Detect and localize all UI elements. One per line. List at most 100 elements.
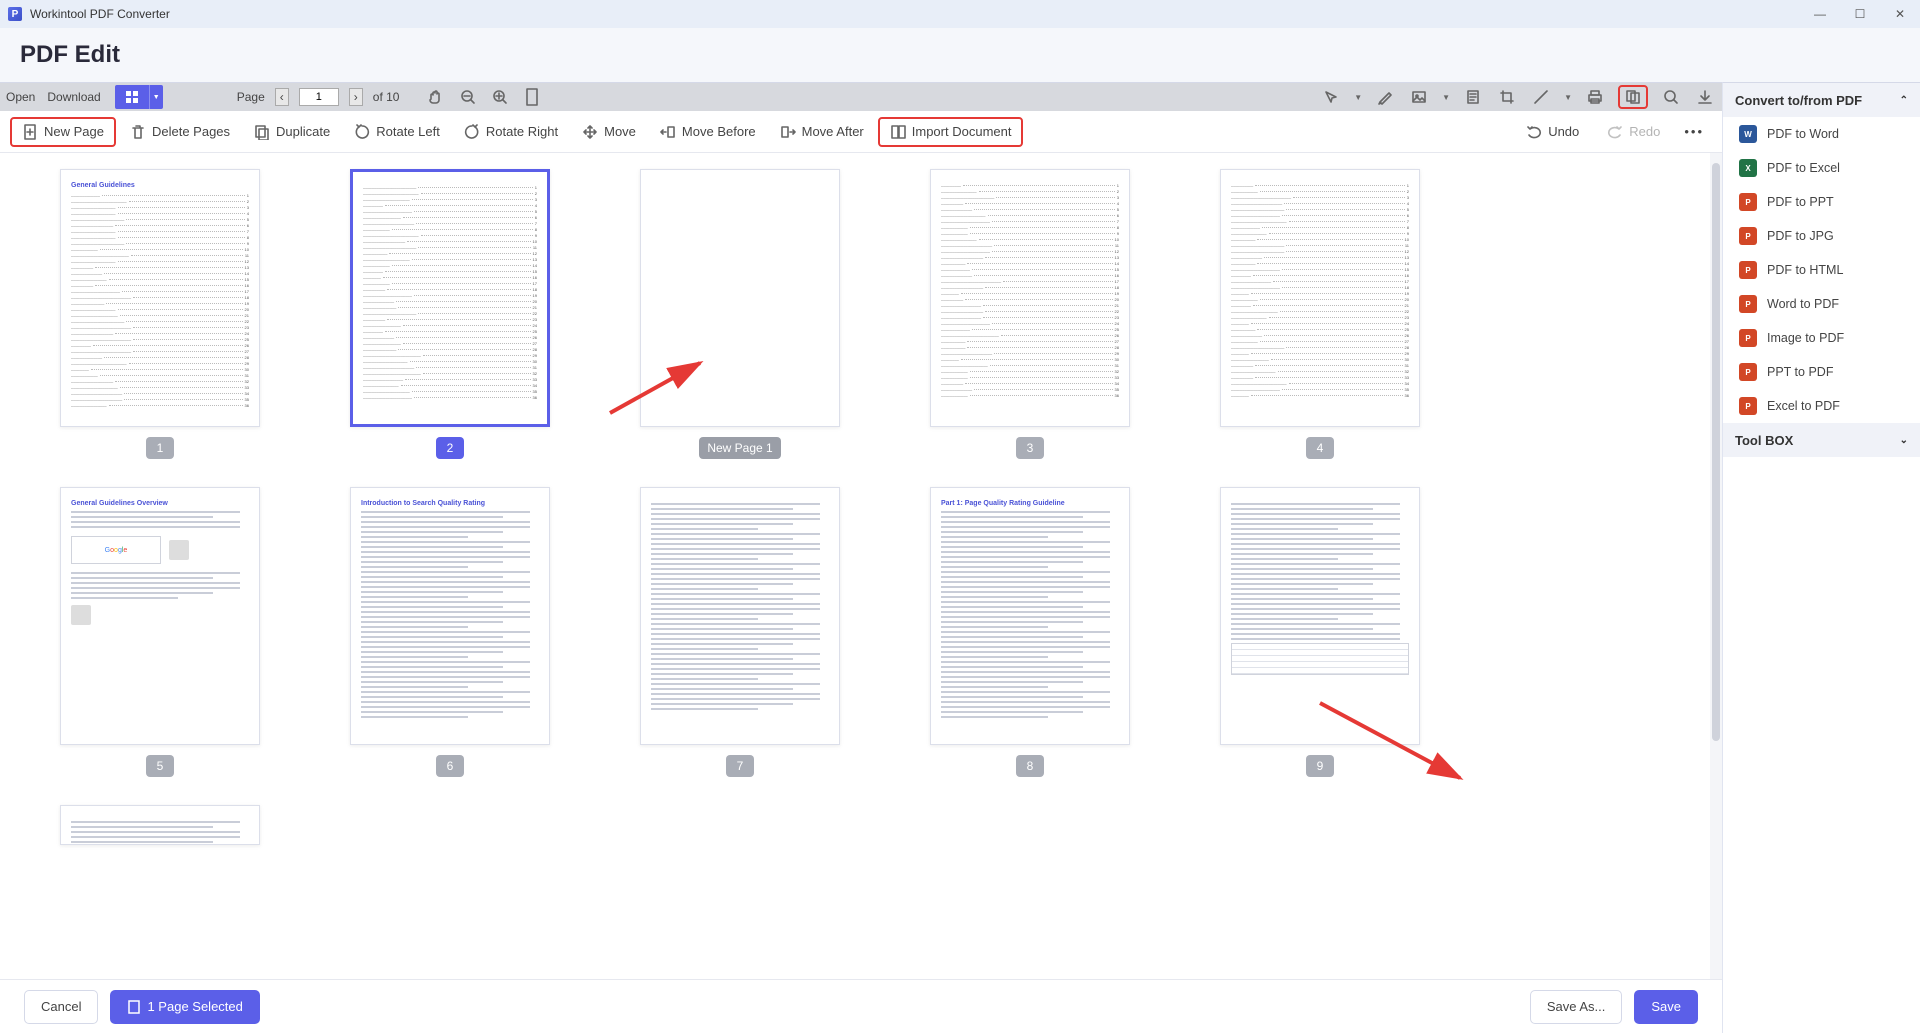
download-button[interactable]: Download xyxy=(47,90,100,104)
open-button[interactable]: Open xyxy=(6,90,35,104)
thumbnail[interactable]: 7 xyxy=(640,487,840,777)
sidebar-item-label: PDF to Word xyxy=(1767,127,1839,141)
viewer-toolbar: Open Download ▼ Page ‹ › of 10 xyxy=(0,83,1722,111)
line-tool-icon[interactable] xyxy=(1530,86,1552,108)
move-before-button[interactable]: Move Before xyxy=(650,117,766,147)
page-thumbnail[interactable]: ​–​–​–​–​–​–​–​–​–1​–​–​–​–​–​–​–​–​–​–​… xyxy=(930,169,1130,427)
redo-icon xyxy=(1607,124,1623,140)
page-thumbnail[interactable] xyxy=(1220,487,1420,745)
page-label: Page xyxy=(237,90,265,104)
thumbnail[interactable]: General Guidelines OverviewGoogle 5 xyxy=(60,487,260,777)
thumbnail[interactable]: Introduction to Search Quality Rating6 xyxy=(350,487,550,777)
file-type-icon: P xyxy=(1739,295,1757,313)
thumbnail[interactable]: 9 xyxy=(1220,487,1420,777)
close-button[interactable]: ✕ xyxy=(1880,0,1920,28)
thumbnail[interactable]: ​–​–​–​–​–​–​–​–​–1​–​–​–​–​–​–​–​–​–​–​… xyxy=(930,169,1130,459)
hand-tool-icon[interactable] xyxy=(425,86,447,108)
sidebar-item[interactable]: P Word to PDF xyxy=(1723,287,1920,321)
page-number-badge: 1 xyxy=(146,437,174,459)
titlebar: P Workintool PDF Converter — ☐ ✕ xyxy=(0,0,1920,28)
zoom-out-icon[interactable] xyxy=(457,86,479,108)
page-thumbnail[interactable]: ​–​–​–​–​–​–​–​–​–​–1​–​–​–​–​–​–​–​–​–​… xyxy=(1220,169,1420,427)
duplicate-button[interactable]: Duplicate xyxy=(244,117,340,147)
crop-tool-icon[interactable] xyxy=(1496,86,1518,108)
maximize-button[interactable]: ☐ xyxy=(1840,0,1880,28)
page-total: of 10 xyxy=(373,90,400,104)
image-tool-dropdown[interactable]: ▼ xyxy=(1442,93,1450,102)
page-thumbnail[interactable]: ​–​–​–​–​–​–​–​–​–​–​–​–​–​–​–​–​–​–​–​–… xyxy=(350,169,550,427)
export-icon[interactable] xyxy=(1694,86,1716,108)
highlight-tool-icon[interactable] xyxy=(1374,86,1396,108)
cancel-button[interactable]: Cancel xyxy=(24,990,98,1024)
new-page-button[interactable]: New Page xyxy=(10,117,116,147)
page-thumbnail[interactable]: General Guidelines​–​–​–​–​–​–​–​–​–​–​–… xyxy=(60,169,260,427)
duplicate-icon xyxy=(254,124,270,140)
save-as-button[interactable]: Save As... xyxy=(1530,990,1623,1024)
thumbnail[interactable]: ​–​–​–​–​–​–​–​–​–​–1​–​–​–​–​–​–​–​–​–​… xyxy=(1220,169,1420,459)
page-thumbnail[interactable]: General Guidelines OverviewGoogle xyxy=(60,487,260,745)
thumbnail[interactable] xyxy=(60,805,260,845)
sidebar-item[interactable]: PPDF to JPG xyxy=(1723,219,1920,253)
file-type-icon: P xyxy=(1739,329,1757,347)
grid-view-button[interactable] xyxy=(115,85,149,109)
selection-count-button[interactable]: 1 Page Selected xyxy=(110,990,259,1024)
note-tool-icon[interactable] xyxy=(1462,86,1484,108)
minimize-button[interactable]: — xyxy=(1800,0,1840,28)
print-icon[interactable] xyxy=(1584,86,1606,108)
sidebar-item[interactable]: WPDF to Word xyxy=(1723,117,1920,151)
page-thumbnail[interactable] xyxy=(640,487,840,745)
vertical-scrollbar[interactable] xyxy=(1710,153,1722,979)
sidebar-item-label: Word to PDF xyxy=(1767,297,1839,311)
line-tool-dropdown[interactable]: ▼ xyxy=(1564,93,1572,102)
page-number-badge: 2 xyxy=(436,437,464,459)
move-after-button[interactable]: Move After xyxy=(770,117,874,147)
page-thumbnail[interactable] xyxy=(640,169,840,427)
more-button[interactable]: ••• xyxy=(1678,117,1710,147)
redo-button[interactable]: Redo xyxy=(1597,117,1670,147)
thumbnail[interactable]: Part 1: Page Quality Rating Guideline8 xyxy=(930,487,1130,777)
sidebar-item[interactable]: PPPT to PDF xyxy=(1723,355,1920,389)
page-next-button[interactable]: › xyxy=(349,88,363,106)
image-tool-icon[interactable] xyxy=(1408,86,1430,108)
page-prev-button[interactable]: ‹ xyxy=(275,88,289,106)
new-page-icon xyxy=(22,124,38,140)
search-icon[interactable] xyxy=(1660,86,1682,108)
select-tool-icon[interactable] xyxy=(1320,86,1342,108)
move-button[interactable]: Move xyxy=(572,117,646,147)
sidebar-item[interactable]: PPDF to PPT xyxy=(1723,185,1920,219)
import-document-button[interactable]: Import Document xyxy=(878,117,1024,147)
toolbox-section-header[interactable]: Tool BOX ⌄ xyxy=(1723,423,1920,457)
convert-section-header[interactable]: Convert to/from PDF ⌃ xyxy=(1723,83,1920,117)
trash-icon xyxy=(130,124,146,140)
delete-pages-button[interactable]: Delete Pages xyxy=(120,117,240,147)
sidebar-item[interactable]: XPDF to Excel xyxy=(1723,151,1920,185)
page-thumbnail[interactable]: Part 1: Page Quality Rating Guideline xyxy=(930,487,1130,745)
undo-button[interactable]: Undo xyxy=(1516,117,1589,147)
side-panel: Convert to/from PDF ⌃ WPDF to WordXPDF t… xyxy=(1722,82,1920,1033)
page-organize-icon[interactable] xyxy=(1618,85,1648,109)
page-number-badge: 5 xyxy=(146,755,174,777)
grid-view-dropdown[interactable]: ▼ xyxy=(149,85,163,109)
thumbnail[interactable]: General Guidelines​–​–​–​–​–​–​–​–​–​–​–… xyxy=(60,169,260,459)
zoom-in-icon[interactable] xyxy=(489,86,511,108)
file-type-icon: P xyxy=(1739,261,1757,279)
page-number-badge: 7 xyxy=(726,755,754,777)
move-before-icon xyxy=(660,124,676,140)
thumbnail[interactable]: New Page 1 xyxy=(640,169,840,459)
rotate-left-icon xyxy=(354,124,370,140)
sidebar-item[interactable]: PImage to PDF xyxy=(1723,321,1920,355)
app-title: Workintool PDF Converter xyxy=(30,7,170,21)
select-tool-dropdown[interactable]: ▼ xyxy=(1354,93,1362,102)
sidebar-item[interactable]: PExcel to PDF xyxy=(1723,389,1920,423)
rotate-right-button[interactable]: Rotate Right xyxy=(454,117,568,147)
fit-page-icon[interactable] xyxy=(521,86,543,108)
page-number-input[interactable] xyxy=(299,88,339,106)
page-thumbnail[interactable]: Introduction to Search Quality Rating xyxy=(350,487,550,745)
move-after-icon xyxy=(780,124,796,140)
rotate-left-button[interactable]: Rotate Left xyxy=(344,117,450,147)
page-thumbnail[interactable] xyxy=(60,805,260,845)
thumbnail[interactable]: ​–​–​–​–​–​–​–​–​–​–​–​–​–​–​–​–​–​–​–​–… xyxy=(350,169,550,459)
save-button[interactable]: Save xyxy=(1634,990,1698,1024)
page-title: PDF Edit xyxy=(20,41,120,69)
sidebar-item[interactable]: PPDF to HTML xyxy=(1723,253,1920,287)
